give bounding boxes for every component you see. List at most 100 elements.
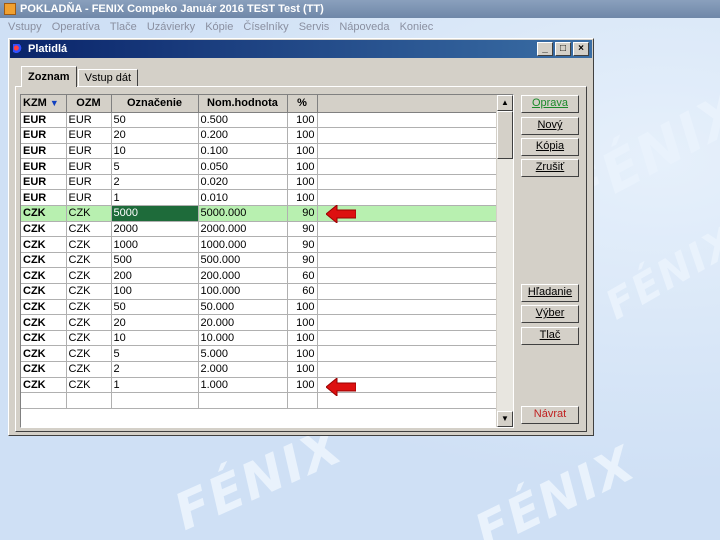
cell-percent[interactable]: 60: [287, 267, 318, 285]
cell-kzm[interactable]: CZK: [21, 361, 67, 378]
table-row[interactable]: CZK CZK 5 5.000 100: [21, 345, 498, 362]
scroll-thumb[interactable]: [497, 111, 513, 159]
cell-percent[interactable]: 100: [287, 158, 318, 175]
cell-nom-hodnota[interactable]: 50.000: [198, 299, 288, 316]
cell-oznacenie[interactable]: 20: [111, 314, 199, 331]
cell-kzm[interactable]: CZK: [21, 345, 67, 362]
column-header-oznacenie[interactable]: Označenie: [111, 95, 199, 113]
cell-percent[interactable]: 100: [287, 127, 318, 144]
table-row[interactable]: CZK CZK 50 50.000 100: [21, 299, 498, 316]
table-row[interactable]: CZK CZK 2000 2000.000 90: [21, 221, 498, 238]
table-row[interactable]: EUR EUR 5 0.050 100: [21, 158, 498, 175]
cell-ozm[interactable]: CZK: [66, 267, 112, 285]
cell-oznacenie[interactable]: 50: [111, 112, 199, 129]
table-row[interactable]: CZK CZK 1 1.000 100: [21, 377, 498, 394]
cell-nom-hodnota[interactable]: 0.200: [198, 127, 288, 144]
table-row[interactable]: CZK CZK 10 10.000 100: [21, 330, 498, 347]
tab-zoznam[interactable]: Zoznam: [21, 66, 77, 87]
cell-percent[interactable]: 100: [287, 330, 318, 347]
cell-kzm[interactable]: CZK: [21, 283, 67, 300]
cell-oznacenie[interactable]: 20: [111, 127, 199, 144]
scroll-up-icon[interactable]: ▲: [497, 95, 513, 111]
menu-tlace[interactable]: Tlače: [110, 21, 137, 33]
cell-nom-hodnota[interactable]: 2.000: [198, 361, 288, 378]
cell-nom-hodnota[interactable]: 20.000: [198, 314, 288, 331]
table-row[interactable]: CZK CZK 200 200.000 60: [21, 267, 498, 285]
close-button[interactable]: ×: [573, 42, 589, 56]
cell-kzm[interactable]: CZK: [21, 236, 67, 253]
cell-oznacenie[interactable]: 1000: [111, 236, 199, 253]
table-row[interactable]: CZK CZK 2 2.000 100: [21, 361, 498, 378]
cell-ozm[interactable]: CZK: [66, 330, 112, 347]
column-header-nom-hodnota[interactable]: Nom.hodnota: [198, 95, 288, 113]
cell-kzm[interactable]: CZK: [21, 221, 67, 238]
cell-kzm[interactable]: CZK: [21, 377, 67, 394]
cell-oznacenie[interactable]: [111, 392, 199, 409]
cell-nom-hodnota[interactable]: 1000.000: [198, 236, 288, 253]
cell-kzm[interactable]: EUR: [21, 127, 67, 144]
cell-oznacenie[interactable]: 10: [111, 143, 199, 160]
cell-nom-hodnota[interactable]: 2000.000: [198, 221, 288, 238]
cell-ozm[interactable]: EUR: [66, 143, 112, 160]
table-row[interactable]: CZK CZK 500 500.000 90: [21, 252, 498, 269]
cell-percent[interactable]: 90: [287, 205, 318, 222]
cell-ozm[interactable]: CZK: [66, 221, 112, 238]
cell-percent[interactable]: 100: [287, 189, 318, 207]
cell-ozm[interactable]: CZK: [66, 377, 112, 394]
cell-ozm[interactable]: CZK: [66, 236, 112, 253]
menu-koniec[interactable]: Koniec: [400, 21, 434, 33]
column-header-ozm[interactable]: OZM: [66, 95, 112, 113]
cell-kzm[interactable]: EUR: [21, 158, 67, 175]
cell-kzm[interactable]: CZK: [21, 330, 67, 347]
cell-ozm[interactable]: CZK: [66, 205, 112, 222]
cell-oznacenie[interactable]: 10: [111, 330, 199, 347]
cell-kzm[interactable]: CZK: [21, 299, 67, 316]
table-row[interactable]: CZK CZK 20 20.000 100: [21, 314, 498, 331]
oprava-button[interactable]: Oprava: [521, 95, 579, 113]
cell-nom-hodnota[interactable]: 0.100: [198, 143, 288, 160]
table-row[interactable]: CZK CZK 100 100.000 60: [21, 283, 498, 300]
menu-napoveda[interactable]: Nápoveda: [339, 21, 389, 33]
cell-kzm[interactable]: CZK: [21, 267, 67, 285]
cell-ozm[interactable]: EUR: [66, 112, 112, 129]
menu-vstupy[interactable]: Vstupy: [8, 21, 42, 33]
cell-kzm[interactable]: CZK: [21, 252, 67, 269]
cell-oznacenie[interactable]: 1: [111, 377, 199, 394]
zrusit-button[interactable]: Zrušiť: [521, 159, 579, 177]
cell-percent[interactable]: 100: [287, 112, 318, 129]
window-title-bar[interactable]: Platidlá _ □ ×: [10, 40, 592, 58]
cell-ozm[interactable]: EUR: [66, 189, 112, 207]
cell-nom-hodnota[interactable]: 0.050: [198, 158, 288, 175]
cell-percent[interactable]: 100: [287, 361, 318, 378]
table-row[interactable]: EUR EUR 10 0.100 100: [21, 143, 498, 160]
menu-ciselniky[interactable]: Číselníky: [243, 21, 288, 33]
novy-button[interactable]: Nový: [521, 117, 579, 135]
cell-nom-hodnota[interactable]: 0.010: [198, 189, 288, 207]
table-row[interactable]: CZK CZK 1000 1000.000 90: [21, 236, 498, 253]
cell-kzm[interactable]: EUR: [21, 189, 67, 207]
cell-percent[interactable]: 90: [287, 252, 318, 269]
cell-percent[interactable]: 100: [287, 299, 318, 316]
table-row[interactable]: EUR EUR 2 0.020 100: [21, 174, 498, 191]
cell-nom-hodnota[interactable]: [198, 392, 288, 409]
cell-percent[interactable]: 100: [287, 345, 318, 362]
cell-oznacenie[interactable]: 2: [111, 361, 199, 378]
hladanie-button[interactable]: Hľadanie: [521, 284, 579, 302]
cell-percent[interactable]: 60: [287, 283, 318, 300]
cell-percent[interactable]: 100: [287, 377, 318, 394]
cell-ozm[interactable]: CZK: [66, 345, 112, 362]
cell-nom-hodnota[interactable]: 5.000: [198, 345, 288, 362]
table-row[interactable]: EUR EUR 20 0.200 100: [21, 127, 498, 144]
table-row[interactable]: CZK CZK 5000 5000.000 90: [21, 205, 498, 222]
cell-oznacenie[interactable]: 1: [111, 189, 199, 207]
cell-ozm[interactable]: EUR: [66, 158, 112, 175]
cell-ozm[interactable]: CZK: [66, 283, 112, 300]
menu-uzavierky[interactable]: Uzávierky: [147, 21, 195, 33]
cell-ozm[interactable]: EUR: [66, 127, 112, 144]
cell-percent[interactable]: 100: [287, 314, 318, 331]
cell-oznacenie[interactable]: 2000: [111, 221, 199, 238]
tlac-button[interactable]: Tlač: [521, 327, 579, 345]
maximize-button[interactable]: □: [555, 42, 571, 56]
cell-kzm[interactable]: CZK: [21, 205, 67, 222]
cell-percent[interactable]: 100: [287, 143, 318, 160]
